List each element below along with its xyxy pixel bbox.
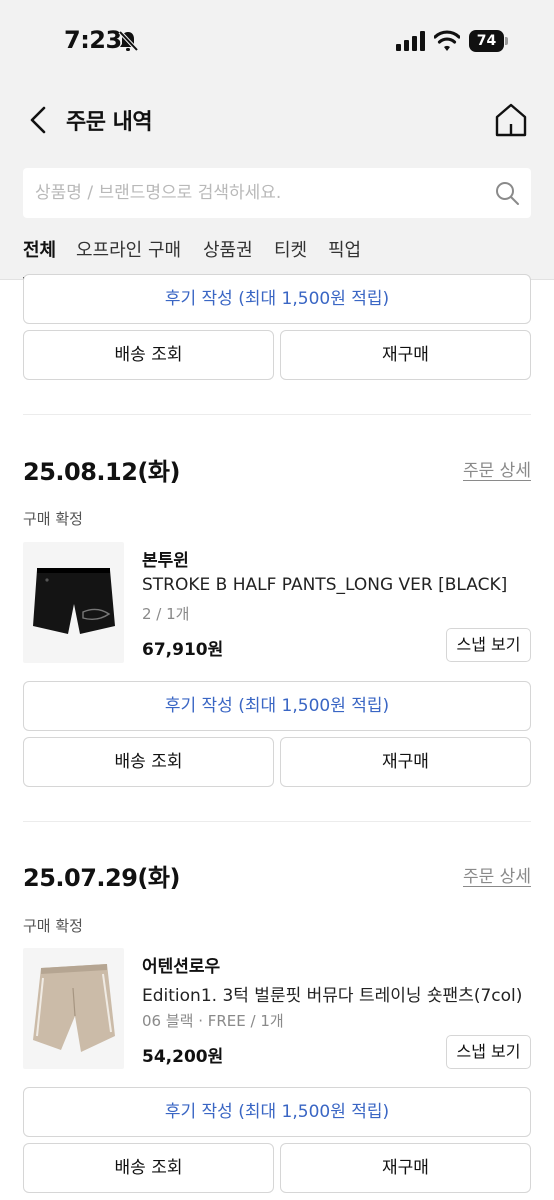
- tab-label: 픽업: [328, 240, 362, 261]
- status-time: 7:23: [64, 26, 122, 54]
- tab-label: 오프라인 구매: [76, 240, 182, 261]
- home-icon[interactable]: [492, 100, 530, 140]
- tab-label: 전체: [23, 240, 57, 261]
- brand-name: 어텐션로우: [142, 957, 221, 977]
- page-title: 주문 내역: [66, 110, 153, 135]
- track-shipping-button[interactable]: 배송 조회: [23, 737, 274, 787]
- product-price: 67,910원: [142, 640, 224, 660]
- product-thumbnail[interactable]: [23, 948, 124, 1069]
- product-option: 06 블랙 · FREE / 1개: [142, 1012, 284, 1030]
- product-price: 54,200원: [142, 1047, 224, 1067]
- product-name[interactable]: Edition1. 3턱 벌룬핏 버뮤다 트레이닝 숏팬츠(7col): [142, 981, 522, 1006]
- track-shipping-button[interactable]: 배송 조회: [23, 330, 274, 380]
- write-review-button[interactable]: 후기 작성 (최대 1,500원 적립): [23, 1087, 531, 1137]
- section-divider: [23, 414, 531, 415]
- section-divider: [23, 821, 531, 822]
- product-option: 2 / 1개: [142, 605, 190, 623]
- rebuy-button[interactable]: 재구매: [280, 1143, 531, 1193]
- track-shipping-button[interactable]: 배송 조회: [23, 1143, 274, 1193]
- snap-view-button[interactable]: 스냅 보기: [446, 1035, 531, 1069]
- order-date: 25.07.29(화): [23, 864, 180, 892]
- search-box: [23, 168, 531, 218]
- rebuy-button[interactable]: 재구매: [280, 737, 531, 787]
- write-review-button[interactable]: 후기 작성 (최대 1,500원 적립): [23, 681, 531, 731]
- wifi-icon: [434, 30, 460, 51]
- order-detail-link[interactable]: 주문 상세: [463, 862, 531, 887]
- search-input[interactable]: [35, 168, 485, 218]
- status-bar: 7:23 74: [0, 0, 554, 84]
- snap-view-button[interactable]: 스냅 보기: [446, 628, 531, 662]
- battery-level: 74: [469, 30, 504, 52]
- order-date: 25.08.12(화): [23, 458, 180, 486]
- header-area: 7:23 74 주문 내역 상품명 / 브랜드명으로 검색하세요. 전체 오프라…: [0, 0, 554, 280]
- order-status: 구매 확정: [23, 917, 83, 935]
- product-thumbnail[interactable]: [23, 542, 124, 663]
- rebuy-button[interactable]: 재구매: [280, 330, 531, 380]
- search-icon[interactable]: [492, 178, 522, 208]
- back-arrow-icon[interactable]: [24, 102, 54, 138]
- product-name[interactable]: STROKE B HALF PANTS_LONG VER [BLACK]: [142, 575, 507, 595]
- battery-cap: [505, 37, 508, 45]
- brand-name: 본투윈: [142, 551, 189, 571]
- tab-label: 상품권: [203, 240, 253, 261]
- black-shorts-image: [33, 568, 115, 634]
- tab-label: 티켓: [274, 240, 308, 261]
- order-detail-link[interactable]: 주문 상세: [463, 456, 531, 481]
- bell-muted-icon: [118, 30, 138, 52]
- write-review-button[interactable]: 후기 작성 (최대 1,500원 적립): [23, 274, 531, 324]
- battery-indicator: 74: [469, 30, 509, 52]
- order-status: 구매 확정: [23, 510, 83, 528]
- beige-shorts-image: [33, 964, 115, 1052]
- cellular-signal-icon: [396, 31, 425, 51]
